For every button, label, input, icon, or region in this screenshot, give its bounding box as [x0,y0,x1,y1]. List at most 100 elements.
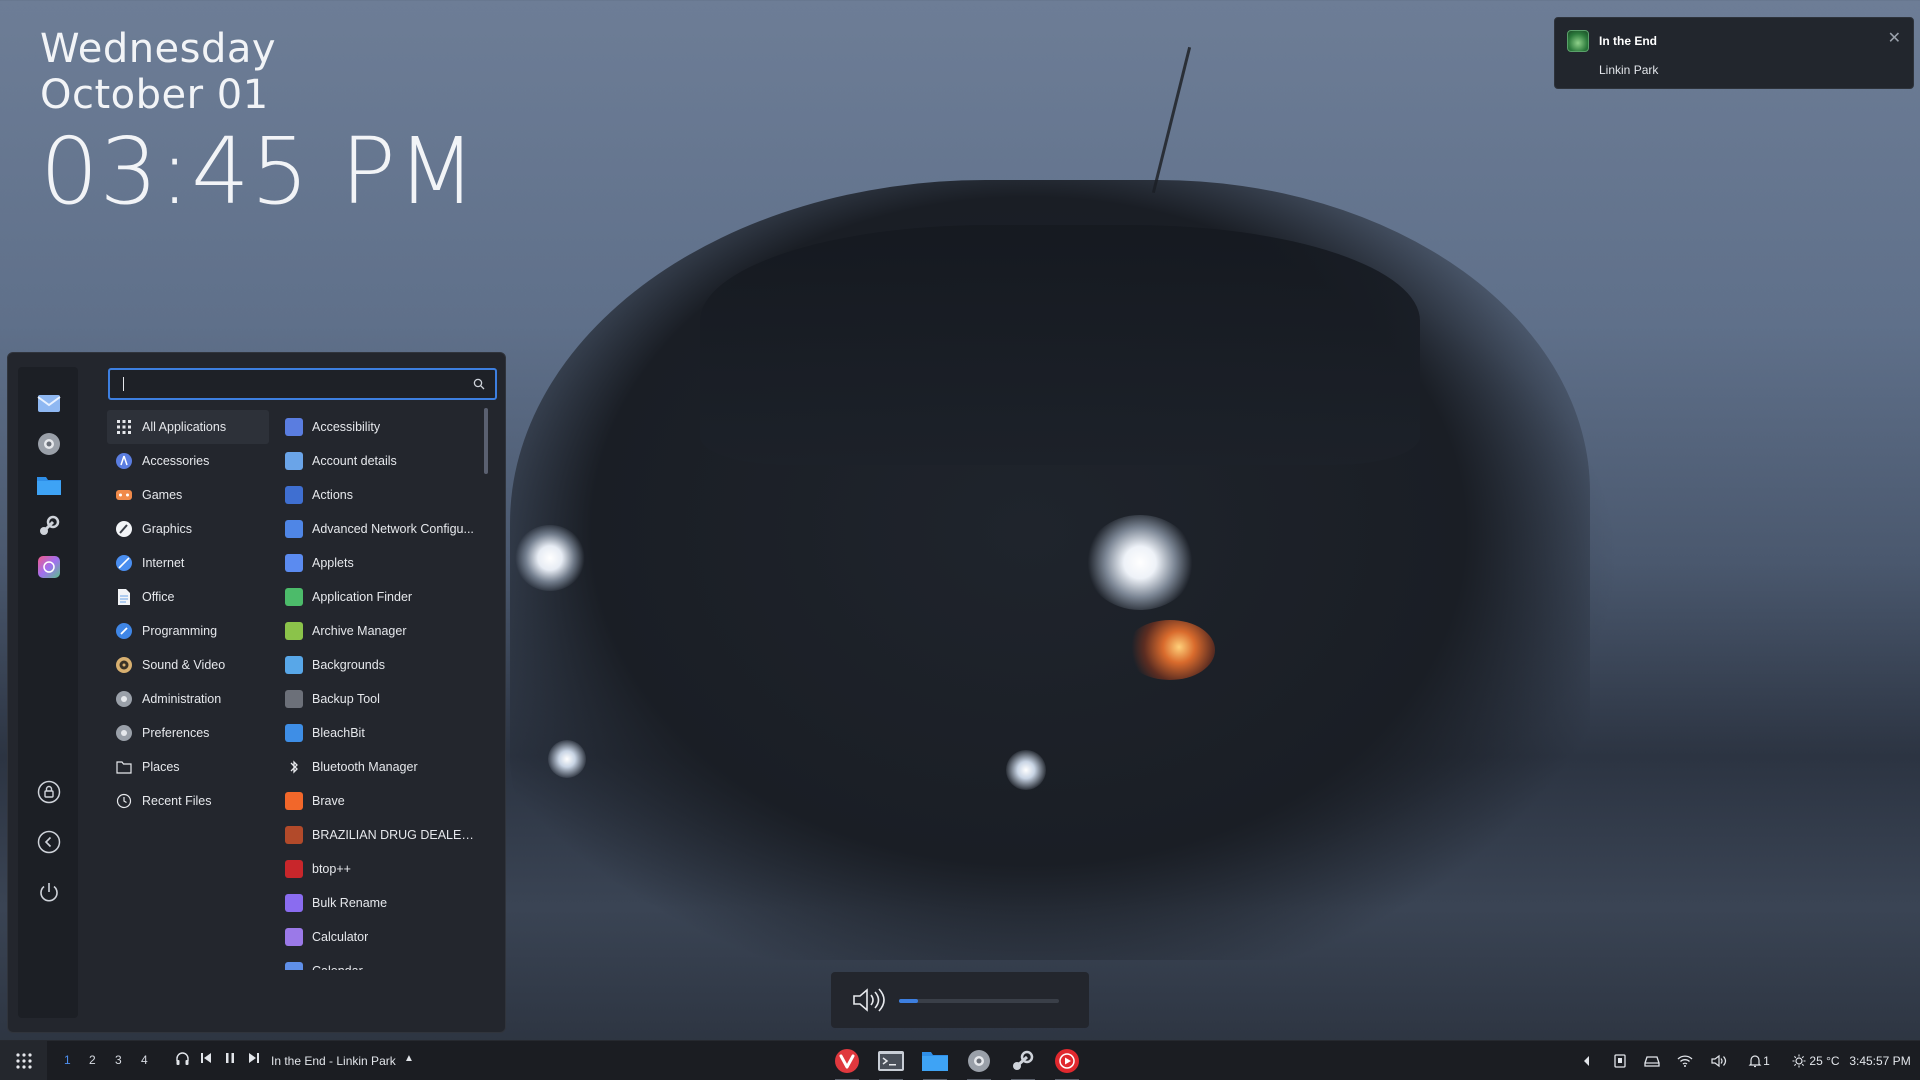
app-item[interactable]: Accessibility [277,410,477,444]
terminal-icon[interactable] [876,1046,906,1080]
app-item[interactable]: Account details [277,444,477,478]
close-icon[interactable]: ✕ [1888,28,1901,48]
category-graphics[interactable]: Graphics [107,512,269,546]
wallpaper-headlight-left [515,525,585,591]
workspace-2[interactable]: 2 [89,1053,96,1067]
volume-slider[interactable] [899,999,1059,1003]
office-icon [115,588,133,606]
application-list: Accessibility Account details Actions Advan… [277,410,477,970]
settings-icon[interactable] [964,1046,994,1080]
search-icon[interactable] [473,378,485,390]
photos-icon[interactable] [35,553,63,581]
wifi-icon[interactable] [1676,1051,1694,1071]
clock-icon [115,792,133,810]
favorites-rail [18,367,78,1018]
category-sound-video[interactable]: Sound & Video [107,648,269,682]
app-label: Actions [312,488,353,502]
chevron-left-icon[interactable] [1580,1051,1594,1071]
mail-icon[interactable] [35,389,63,417]
category-all-applications[interactable]: All Applications [107,410,269,444]
app-item[interactable]: BleachBit [277,716,477,750]
app-item[interactable]: Bulk Rename [277,886,477,920]
category-list: All Applications Accessories Games Graphics… [107,410,269,818]
headphones-icon[interactable] [175,1051,190,1066]
app-item[interactable]: Application Finder [277,580,477,614]
app-item[interactable]: BRAZILIAN DRUG DEALER 3... [277,818,477,852]
wallpaper-antenna [1151,46,1192,194]
steam-icon[interactable] [35,512,63,540]
files-icon[interactable] [920,1046,950,1080]
category-recent-files[interactable]: Recent Files [107,784,269,818]
search-input[interactable] [118,374,458,394]
app-item[interactable]: Actions [277,478,477,512]
category-office[interactable]: Office [107,580,269,614]
programming-icon [115,622,133,640]
graphics-icon [115,520,133,538]
workspace-4[interactable]: 4 [141,1053,148,1067]
app-icon [285,418,303,436]
vivaldi-icon[interactable] [832,1046,862,1080]
workspace-1[interactable]: 1 [64,1053,71,1067]
app-item[interactable]: Advanced Network Configu... [277,512,477,546]
wallpaper-fog-light-right [1006,750,1046,790]
sound-video-icon [115,656,133,674]
app-label: BRAZILIAN DRUG DEALER 3... [312,828,477,842]
taskbar-clock[interactable]: 3:45:57 PM [1846,1051,1914,1071]
drive-icon[interactable] [1643,1051,1661,1071]
accessories-icon [115,452,133,470]
category-programming[interactable]: Programming [107,614,269,648]
media-notification[interactable]: In the End Linkin Park ✕ [1554,17,1914,89]
app-label: Applets [312,556,354,570]
settings-icon[interactable] [35,430,63,458]
logout-icon[interactable] [35,828,63,856]
notifications-button[interactable]: 1 [1745,1051,1773,1071]
app-item[interactable]: btop++ [277,852,477,886]
chevron-up-icon[interactable]: ▲ [404,1053,414,1064]
weather-widget[interactable]: 25 °C [1787,1051,1845,1071]
app-item[interactable]: Backup Tool [277,682,477,716]
category-games[interactable]: Games [107,478,269,512]
search-field[interactable] [108,368,497,400]
workspace-3[interactable]: 3 [115,1053,122,1067]
app-item[interactable]: Backgrounds [277,648,477,682]
app-label: Calculator [312,930,369,944]
desktop-clock-widget: Wednesday October 01 03:45 PM [40,26,477,224]
next-track-icon[interactable] [247,1051,261,1065]
pause-icon[interactable] [223,1051,237,1065]
volume-icon[interactable] [1710,1051,1728,1071]
temperature: 25 °C [1809,1054,1840,1068]
lock-icon[interactable] [35,778,63,806]
wallpaper-headlight-right [1085,515,1195,610]
music-player-icon [1567,30,1589,52]
now-playing-title[interactable]: In the End - Linkin Park [271,1054,396,1068]
app-item[interactable]: Archive Manager [277,614,477,648]
category-label: Office [142,590,175,604]
app-item[interactable]: Applets [277,546,477,580]
app-item[interactable]: Calendar [277,954,477,970]
app-launcher-button[interactable] [0,1041,47,1080]
youtube-music-icon[interactable] [1052,1046,1082,1080]
category-administration[interactable]: Administration [107,682,269,716]
power-icon[interactable] [35,878,63,906]
wallpaper-car-windshield [700,225,1420,465]
app-item[interactable]: Brave [277,784,477,818]
app-item[interactable]: Calculator [277,920,477,954]
games-icon [115,486,133,504]
application-list-scrollbar[interactable] [484,408,488,474]
category-label: Programming [142,624,218,638]
files-icon[interactable] [35,471,63,499]
notification-title: In the End [1599,34,1657,48]
app-icon [285,554,303,572]
previous-track-icon[interactable] [199,1051,213,1065]
category-preferences[interactable]: Preferences [107,716,269,750]
steam-icon[interactable] [1008,1046,1038,1080]
category-accessories[interactable]: Accessories [107,444,269,478]
clipboard-icon[interactable] [1612,1051,1628,1071]
category-places[interactable]: Places [107,750,269,784]
category-label: All Applications [142,420,227,434]
category-internet[interactable]: Internet [107,546,269,580]
app-item[interactable]: Bluetooth Manager [277,750,477,784]
category-label: Sound & Video [142,658,226,672]
app-label: BleachBit [312,726,365,740]
app-icon [285,792,303,810]
